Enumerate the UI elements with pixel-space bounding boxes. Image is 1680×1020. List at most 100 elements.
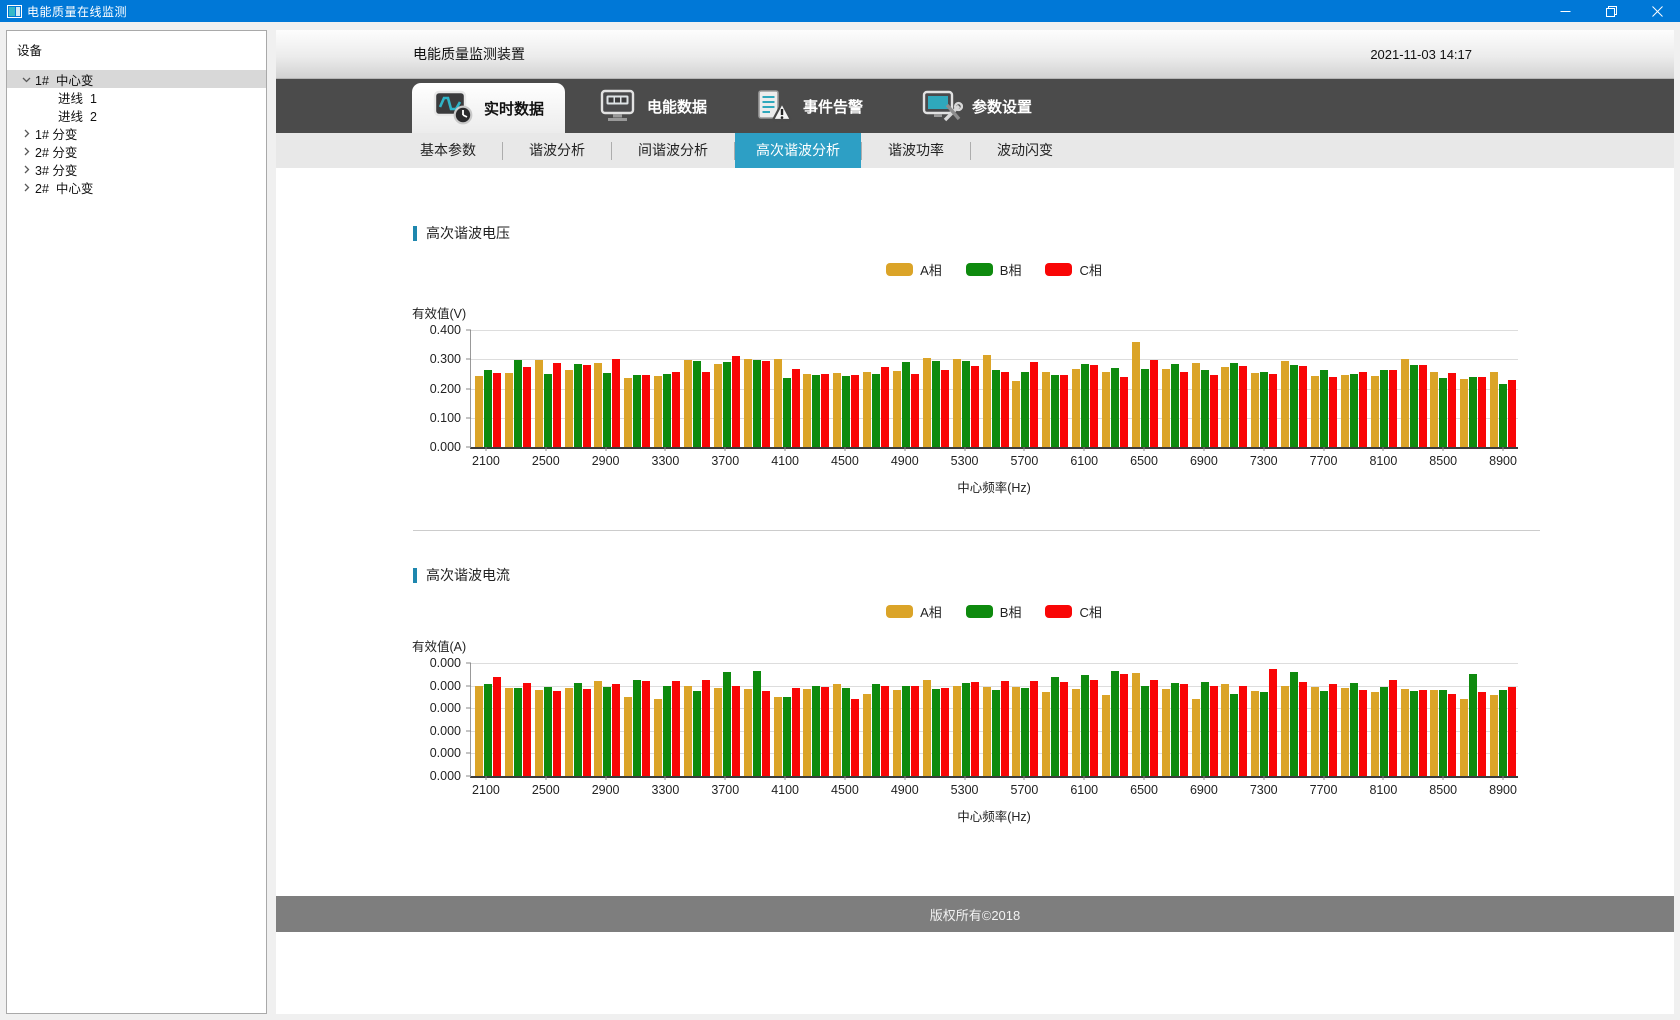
bar	[1359, 372, 1367, 447]
y-tick-mark	[466, 417, 471, 418]
x-tick-label: 8900	[1489, 454, 1517, 468]
bar	[941, 688, 949, 776]
chevron-right-icon[interactable]	[17, 165, 35, 174]
y-tick-label: 0.300	[430, 352, 461, 366]
bar	[1132, 673, 1140, 776]
bar-group-6300	[1100, 671, 1130, 776]
bar	[842, 376, 850, 447]
bar-group-2300	[503, 360, 533, 447]
bar	[1299, 366, 1307, 447]
bar	[1060, 375, 1068, 447]
tab-realtime-data[interactable]: 实时数据	[412, 83, 565, 133]
subtab-5[interactable]: 波动闪变	[971, 133, 1079, 168]
tree-item-4[interactable]: 2# 分变	[7, 142, 266, 160]
bar	[1290, 672, 1298, 776]
tree-item-3[interactable]: 1# 分变	[7, 124, 266, 142]
bar-group-5500	[981, 681, 1011, 776]
section-title: 高次谐波电流	[413, 565, 1674, 585]
bar-group-4300	[801, 374, 831, 447]
bar	[633, 375, 641, 447]
bar	[484, 684, 492, 776]
bar-group-4300	[801, 686, 831, 776]
bar	[753, 671, 761, 776]
y-tick-label: 0.000	[430, 701, 461, 715]
subtab-4[interactable]: 谐波功率	[862, 133, 970, 168]
bar-group-6700	[1160, 683, 1190, 776]
tree-item-1[interactable]: 进线 1	[7, 88, 266, 106]
subtab-2[interactable]: 间谐波分析	[612, 133, 734, 168]
bar	[953, 359, 961, 447]
bar	[1469, 377, 1477, 447]
x-tick-label: 6100	[1070, 783, 1098, 797]
y-tick-mark	[466, 359, 471, 360]
restore-button[interactable]	[1588, 0, 1634, 22]
bar	[1120, 377, 1128, 447]
x-tick-mark	[904, 447, 905, 451]
bar	[1371, 376, 1379, 447]
bar	[1389, 680, 1397, 776]
tree-item-6[interactable]: 2# 中心变	[7, 178, 266, 196]
bar-group-6100	[1070, 364, 1100, 447]
bar	[941, 370, 949, 447]
bar	[1060, 682, 1068, 776]
device-tree: 1# 中心变进线 1进线 21# 分变2# 分变3# 分变2# 中心变	[7, 70, 266, 196]
tree-item-2[interactable]: 进线 2	[7, 106, 266, 124]
bar-group-6900	[1190, 682, 1220, 776]
minimize-button[interactable]	[1542, 0, 1588, 22]
tab-event-alarm[interactable]: 事件告警	[754, 79, 863, 133]
bar	[983, 355, 991, 447]
bar	[803, 374, 811, 447]
bar	[1329, 684, 1337, 776]
legend-swatch	[966, 263, 993, 276]
y-tick-mark	[466, 753, 471, 754]
bar	[863, 372, 871, 447]
bar-group-4900	[891, 362, 921, 447]
x-tick-mark	[1263, 447, 1264, 451]
bar	[833, 684, 841, 776]
x-tick-mark	[545, 776, 546, 780]
bar-group-3100	[622, 680, 652, 776]
subtab-0[interactable]: 基本参数	[394, 133, 502, 168]
legend-item: B相	[966, 602, 1022, 621]
bar-group-6900	[1190, 363, 1220, 447]
chevron-right-icon[interactable]	[17, 147, 35, 156]
tree-item-0[interactable]: 1# 中心变	[7, 70, 266, 88]
bar	[672, 681, 680, 776]
x-tick-mark	[964, 776, 965, 780]
x-tick-mark	[1084, 776, 1085, 780]
x-tick-label: 5300	[951, 454, 979, 468]
x-tick-label: 8500	[1429, 454, 1457, 468]
bar	[1180, 372, 1188, 447]
y-tick-label: 0.000	[430, 656, 461, 670]
chevron-right-icon[interactable]	[17, 183, 35, 192]
bars-container	[473, 663, 1518, 776]
tab-param-settings[interactable]: 参数设置	[921, 79, 1032, 133]
bar	[1490, 372, 1498, 447]
bar-group-8500	[1429, 690, 1459, 776]
bar	[1401, 689, 1409, 776]
x-tick-mark	[904, 776, 905, 780]
bar	[1120, 674, 1128, 776]
bar	[1499, 384, 1507, 447]
bar	[1051, 677, 1059, 776]
bar-group-3300	[652, 681, 682, 776]
app-window: 电能质量在线监测 设备 1# 中心变进线 1进线 21# 分变2# 分变3#	[0, 0, 1680, 1020]
bar-group-5900	[1040, 372, 1070, 447]
chevron-right-icon[interactable]	[17, 129, 35, 138]
legend-item: A相	[886, 602, 942, 621]
close-button[interactable]	[1634, 0, 1680, 22]
subtab-3[interactable]: 高次谐波分析	[735, 133, 861, 168]
tab-energy-data[interactable]: 电能数据	[598, 79, 707, 133]
y-tick-mark	[466, 447, 471, 448]
legend-swatch	[886, 263, 913, 276]
bar-group-6700	[1160, 364, 1190, 447]
titlebar: 电能质量在线监测	[0, 0, 1680, 22]
content-header: 电能质量监测装置 2021-11-03 14:17	[276, 30, 1674, 79]
chevron-down-icon[interactable]	[17, 75, 35, 84]
x-tick-mark	[1323, 447, 1324, 451]
tree-item-5[interactable]: 3# 分变	[7, 160, 266, 178]
bar	[1090, 365, 1098, 447]
bar	[1290, 365, 1298, 447]
bar	[642, 375, 650, 447]
subtab-1[interactable]: 谐波分析	[503, 133, 611, 168]
